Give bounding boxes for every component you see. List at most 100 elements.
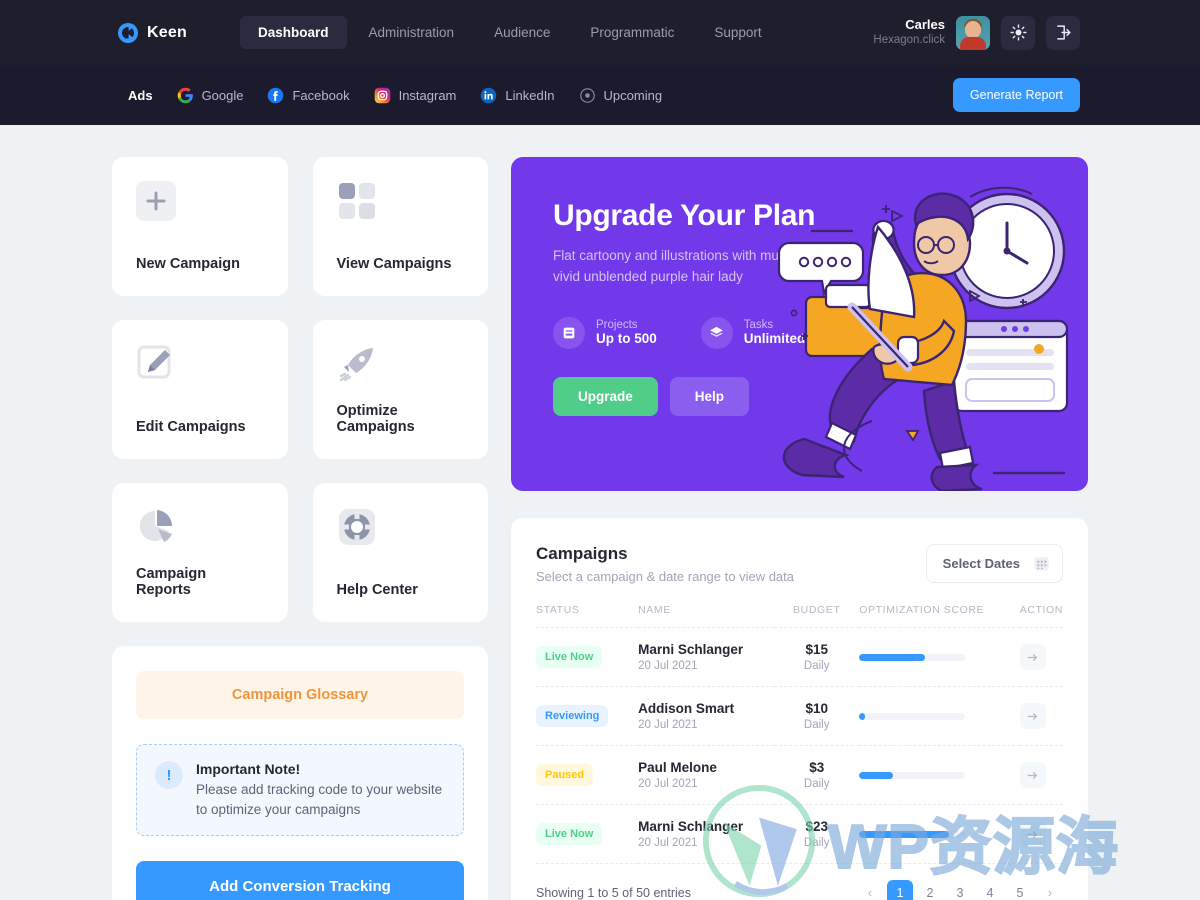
- subnav-item-instagram[interactable]: Instagram: [374, 87, 456, 104]
- help-button[interactable]: Help: [669, 376, 750, 416]
- tile-label: View Campaigns: [336, 256, 452, 272]
- row-action-button[interactable]: [1019, 703, 1046, 729]
- campaigns-table: STATUS NAME BUDGET OPTIMIZATION SCORE AC…: [536, 604, 1063, 864]
- generate-report-button[interactable]: Generate Report: [952, 78, 1080, 112]
- upgrade-button[interactable]: Upgrade: [553, 376, 658, 416]
- pagination-page-3[interactable]: 3: [947, 880, 973, 900]
- projects-icon: [553, 316, 585, 349]
- subnav-item-ads[interactable]: Ads: [128, 88, 153, 103]
- tile-edit-campaigns[interactable]: Edit Campaigns: [112, 320, 288, 459]
- table-row[interactable]: Live Now Marni Schlanger 20 Jul 2021 $23…: [536, 804, 1063, 864]
- running-person-illustration: [777, 186, 1069, 491]
- user-name: Carles: [905, 16, 945, 32]
- campaign-date: 20 Jul 2021: [638, 660, 698, 672]
- tile-optimize-campaigns[interactable]: Optimize Campaigns: [312, 320, 488, 459]
- subnav-item-facebook[interactable]: Facebook: [267, 87, 350, 104]
- calendar-icon: [1034, 557, 1049, 571]
- pagination-next[interactable]: ›: [1037, 880, 1063, 900]
- campaigns-header: Campaigns Select a campaign & date range…: [536, 544, 1063, 584]
- grid-squares-icon: [338, 183, 375, 219]
- optimization-score-bar: [859, 771, 966, 779]
- campaigns-card: Campaigns Select a campaign & date range…: [511, 518, 1088, 900]
- budget-amount: $15: [805, 642, 828, 657]
- pagination-page-5[interactable]: 5: [1007, 880, 1033, 900]
- budget-amount: $3: [809, 760, 825, 775]
- nav-item-dashboard[interactable]: Dashboard: [240, 16, 347, 49]
- top-navigation-bar: Keen Dashboard Administration Audience P…: [0, 0, 1200, 65]
- google-icon: [177, 87, 193, 103]
- nav-item-administration[interactable]: Administration: [351, 16, 473, 49]
- subnav-item-linkedin[interactable]: LinkedIn: [480, 87, 555, 104]
- pagination-prev[interactable]: ‹: [857, 880, 883, 900]
- quick-action-tiles: New Campaign View Campaigns Edit Campaig…: [112, 157, 488, 622]
- campaigns-footer: Showing 1 to 5 of 50 entries ‹ 1 2 3 4 5…: [536, 880, 1063, 900]
- stat-projects: Projects Up to 500: [553, 316, 657, 349]
- status-badge: Paused: [536, 764, 594, 786]
- page-content: New Campaign View Campaigns Edit Campaig…: [0, 125, 1200, 900]
- campaign-glossary-button[interactable]: Campaign Glossary: [136, 671, 464, 719]
- stat-key: Projects: [596, 319, 638, 332]
- col-status: STATUS: [536, 604, 639, 628]
- budget-amount: $10: [805, 701, 828, 716]
- rocket-icon: [339, 348, 373, 382]
- table-row[interactable]: Reviewing Addison Smart 20 Jul 2021 $10 …: [536, 686, 1063, 746]
- tile-campaign-reports[interactable]: Campaign Reports: [112, 483, 288, 622]
- pagination-page-1[interactable]: 1: [887, 880, 913, 900]
- subnav-item-google[interactable]: Google: [177, 87, 243, 104]
- linkedin-icon: [481, 87, 497, 103]
- avatar[interactable]: [956, 15, 990, 50]
- brand-name: Keen: [147, 23, 187, 41]
- col-action: ACTION: [1019, 604, 1063, 628]
- select-dates-label: Select Dates: [942, 556, 1020, 571]
- lifebuoy-icon: [338, 509, 375, 545]
- budget-period: Daily: [803, 660, 830, 672]
- campaign-name: Paul Melone: [638, 760, 717, 775]
- row-action-button[interactable]: [1019, 762, 1046, 788]
- pagination: ‹ 1 2 3 4 5 ›: [857, 880, 1063, 900]
- budget-period: Daily: [803, 778, 830, 790]
- tile-label: New Campaign: [136, 256, 240, 272]
- pagination-page-2[interactable]: 2: [917, 880, 943, 900]
- arrow-right-icon: [1027, 830, 1038, 838]
- brand-logo[interactable]: Keen: [118, 22, 240, 43]
- pagination-page-4[interactable]: 4: [977, 880, 1003, 900]
- theme-toggle-button[interactable]: [1001, 15, 1035, 50]
- keen-logo-icon: [118, 22, 138, 43]
- budget-period: Daily: [803, 837, 830, 849]
- subnav-label: Facebook: [292, 87, 350, 103]
- facebook-icon: [268, 87, 284, 103]
- campaign-date: 20 Jul 2021: [638, 719, 698, 731]
- subnav-label: Ads: [128, 87, 153, 103]
- status-badge: Live Now: [536, 646, 603, 668]
- row-action-button[interactable]: [1019, 644, 1046, 670]
- select-dates-button[interactable]: Select Dates: [925, 544, 1063, 583]
- channel-sub-navigation: Ads Google Facebook Instagram LinkedIn U…: [0, 65, 1200, 125]
- note-title: Important Note!: [196, 761, 301, 777]
- user-info[interactable]: Carles Hexagon.click: [873, 17, 945, 49]
- add-conversion-tracking-button[interactable]: Add Conversion Tracking: [136, 861, 464, 900]
- tile-help-center[interactable]: Help Center: [312, 483, 488, 622]
- table-row[interactable]: Paused Paul Melone 20 Jul 2021 $3 Daily: [536, 745, 1063, 805]
- status-badge: Live Now: [536, 823, 603, 845]
- nav-item-support[interactable]: Support: [696, 16, 779, 49]
- subnav-label: Upcoming: [603, 87, 663, 103]
- budget-period: Daily: [803, 719, 830, 731]
- main-nav: Dashboard Administration Audience Progra…: [240, 16, 780, 49]
- row-action-button[interactable]: [1019, 821, 1046, 847]
- nav-item-audience[interactable]: Audience: [476, 16, 568, 49]
- user-area: Carles Hexagon.click: [873, 15, 1080, 50]
- arrow-right-icon: [1027, 653, 1038, 661]
- arrow-right-icon: [1027, 712, 1038, 720]
- campaign-name: Addison Smart: [638, 701, 735, 716]
- subnav-item-upcoming[interactable]: Upcoming: [579, 87, 663, 104]
- stat-value: Up to 500: [596, 331, 657, 347]
- logout-button[interactable]: [1046, 15, 1080, 50]
- optimization-score-bar: [859, 830, 966, 838]
- nav-item-programmatic[interactable]: Programmatic: [572, 16, 692, 49]
- table-row[interactable]: Live Now Marni Schlanger 20 Jul 2021 $15…: [536, 627, 1063, 687]
- tile-view-campaigns[interactable]: View Campaigns: [312, 157, 488, 296]
- col-budget: BUDGET: [774, 604, 860, 628]
- entries-count: Showing 1 to 5 of 50 entries: [536, 886, 691, 900]
- tile-new-campaign[interactable]: New Campaign: [112, 157, 288, 296]
- glossary-card: Campaign Glossary ! Important Note! Plea…: [112, 646, 488, 900]
